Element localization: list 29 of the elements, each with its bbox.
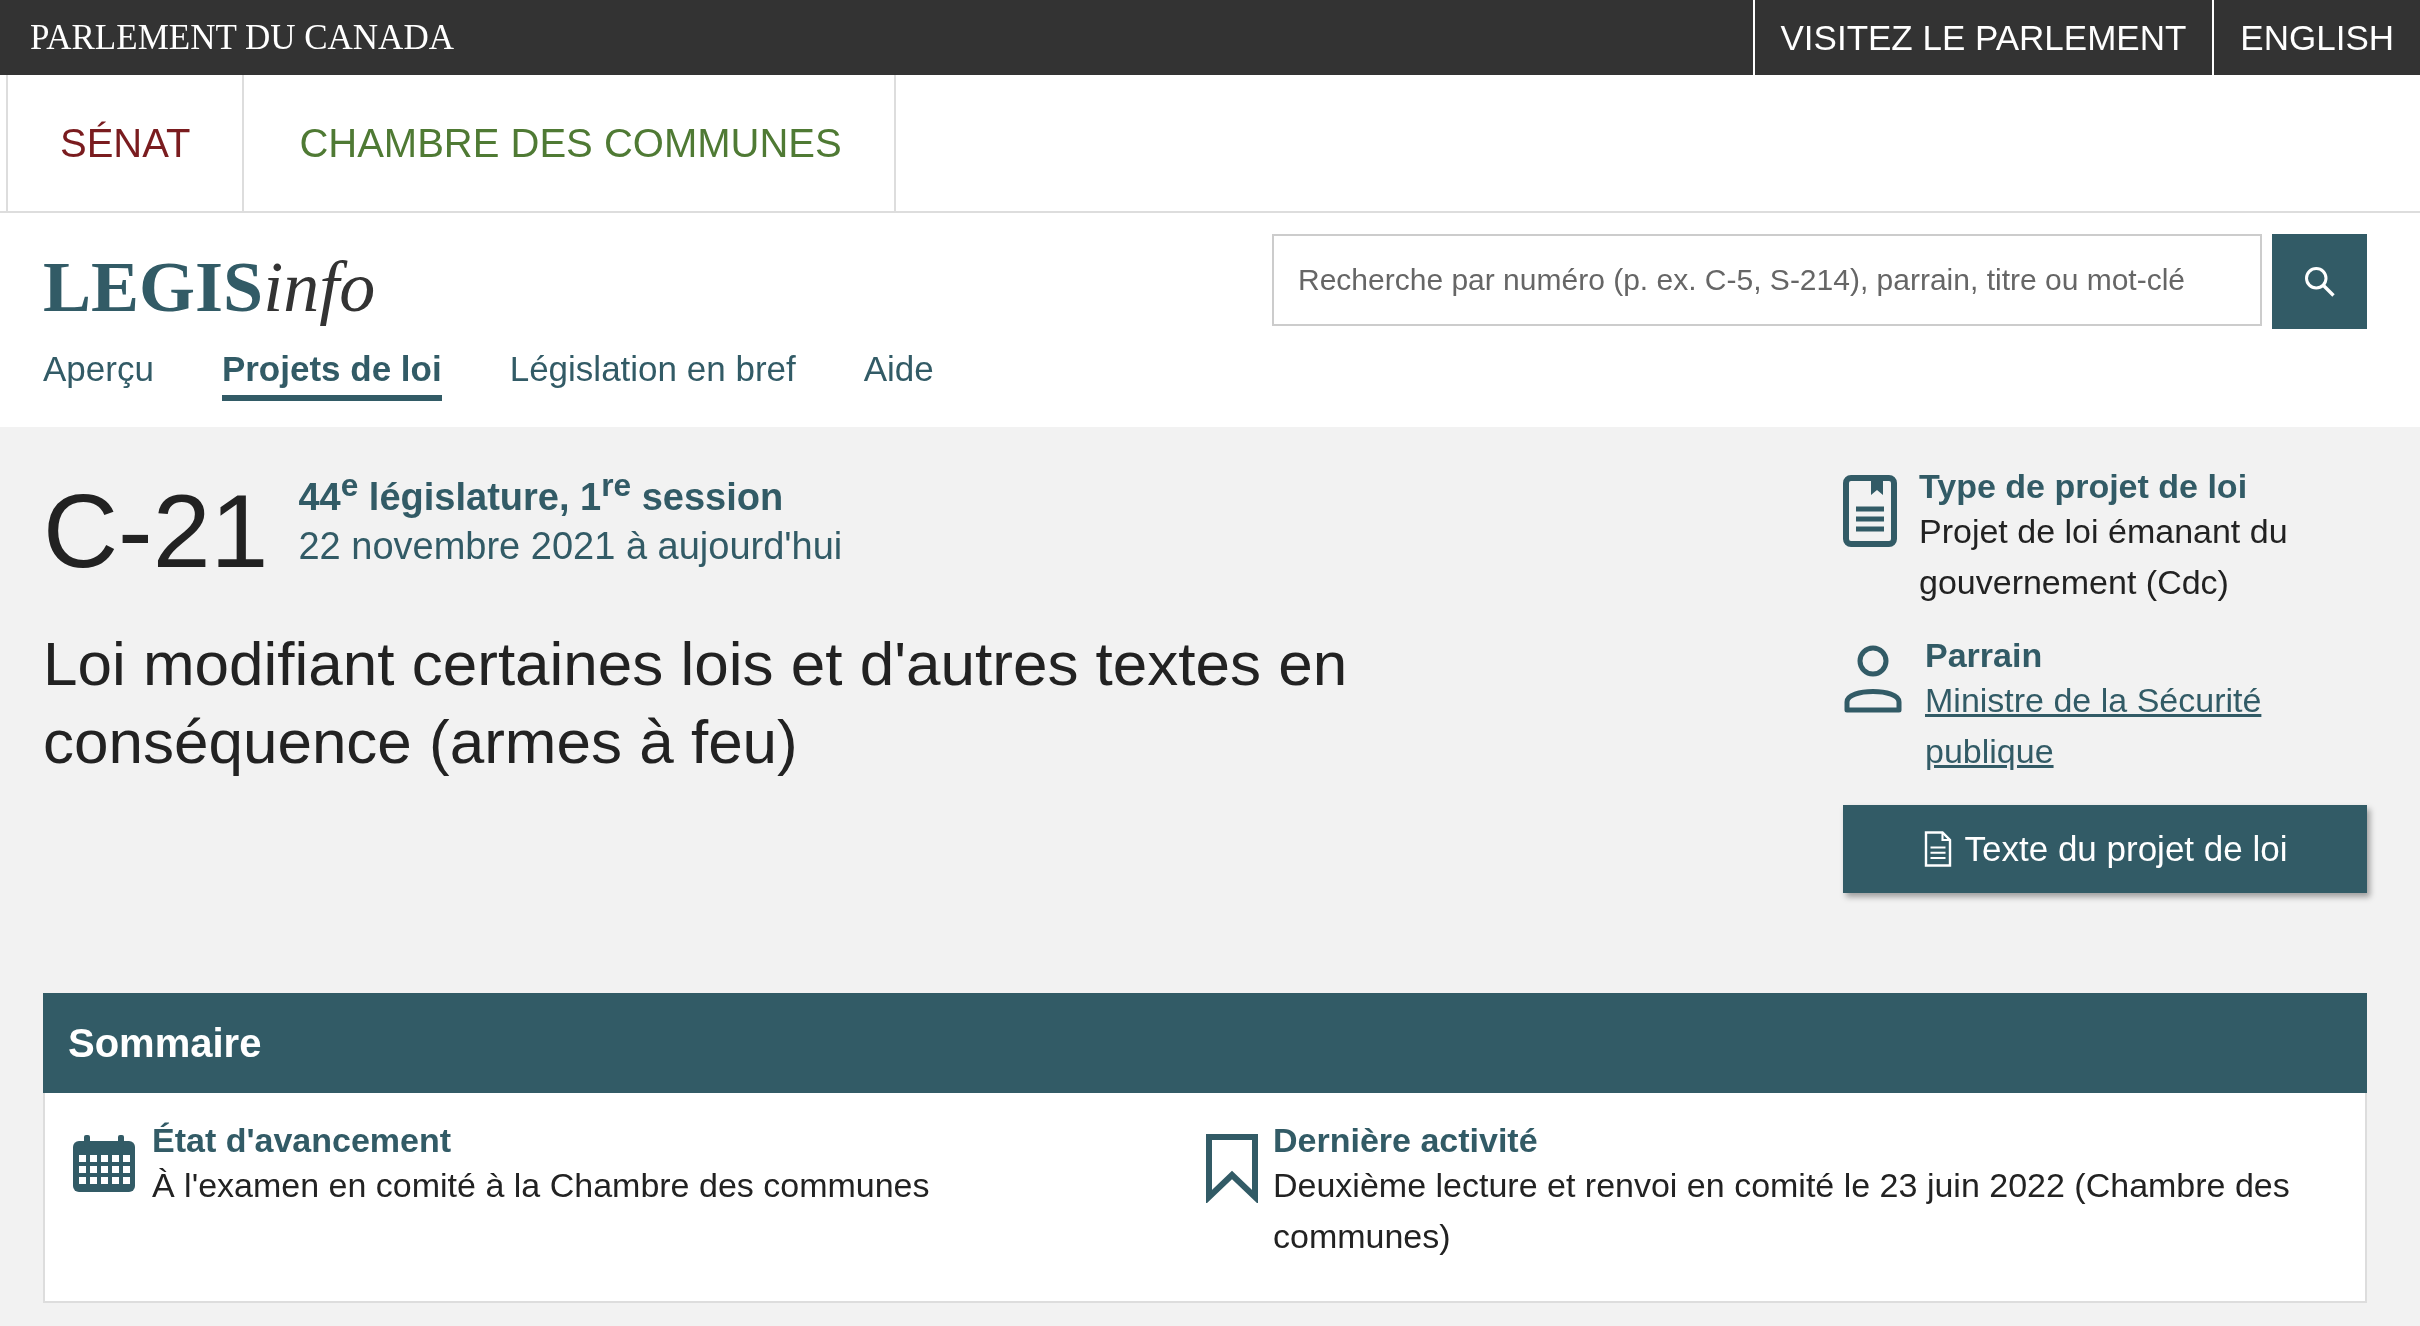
detail-label: Parrain xyxy=(1925,636,2044,675)
session-heading: 44$^{e}$ législature, 1$^{re}$ session xyxy=(298,467,785,519)
site-logo[interactable]: LEGISinfo xyxy=(43,246,376,329)
summary-label: État d'avancement xyxy=(152,1121,453,1160)
summary-value: À l'examen en comité à la Chambre des communes xyxy=(152,1165,930,1206)
search-field[interactable]: Recherche par numéro (p. ex. C-5, S-214), parrain, titre ou mot-clé xyxy=(1272,234,2262,326)
summary-value: Deuxième lecture et renvoi en comité le 23 juin 2022 (Chambre des communes) xyxy=(1273,1165,2291,1257)
summary-label: Dernière activité xyxy=(1273,1121,1539,1160)
bill-text-button[interactable]: Texte du projet de loi xyxy=(1843,805,2367,893)
bill-title: Loi modifiant certaines lois et d'autres textes en conséquence (armes à feu) xyxy=(43,628,1349,778)
session-dates: 22 novembre 2021 à aujourd'hui xyxy=(298,524,843,568)
site-title: PARLEMENT DU CANADA xyxy=(30,17,454,58)
document-icon xyxy=(1922,831,1953,867)
detail-value: Projet de loi émanant du gouvernement (Cdc) xyxy=(1919,511,2289,603)
chamber-tab[interactable]: SÉNAT xyxy=(6,75,245,211)
calendar-icon xyxy=(70,1133,138,1195)
document-icon xyxy=(1843,475,1897,549)
search-button[interactable] xyxy=(2272,234,2367,329)
person-icon xyxy=(1843,644,1903,716)
nav-tab[interactable]: Projets de loi xyxy=(221,349,442,401)
sponsor-link[interactable]: Ministre de la Sécurité publique xyxy=(1925,675,2367,777)
bill-number: C-21 xyxy=(43,479,269,583)
detail-label: Type de projet de loi xyxy=(1919,467,2249,506)
nav-tab[interactable]: Aide xyxy=(863,349,934,401)
nav-tab[interactable]: Aperçu xyxy=(43,349,154,401)
chamber-tab[interactable]: CHAMBRE DES COMMUNES xyxy=(242,75,896,211)
summary-title: Sommaire xyxy=(68,1020,262,1066)
bookmark-icon xyxy=(1205,1133,1259,1203)
nav-tab[interactable]: Législation en bref xyxy=(509,349,796,401)
